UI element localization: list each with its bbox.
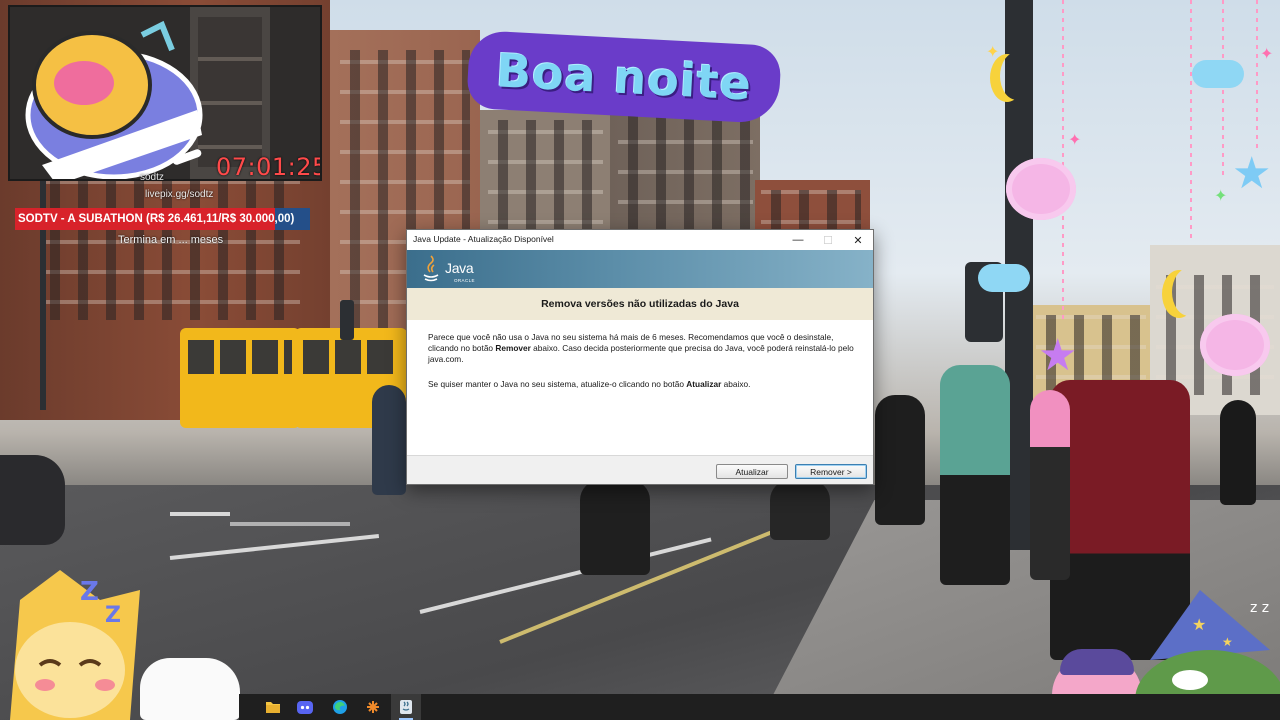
- oracle-logo-text: ORACLE: [454, 278, 475, 283]
- update-button[interactable]: Atualizar: [716, 464, 788, 479]
- greeting-text: Boa noite: [466, 29, 782, 125]
- blue-star-icon: ★: [1232, 149, 1272, 198]
- maximize-button: ☐: [823, 234, 833, 247]
- java-header-banner: Java ORACLE: [407, 250, 873, 288]
- pedestrian: [372, 385, 406, 495]
- cloud-icon: [1192, 60, 1244, 88]
- svg-text:z z: z z: [1250, 600, 1269, 616]
- sparkle-icon: ✦: [1068, 132, 1082, 149]
- webcam-overlay: 07:01:25: [8, 5, 322, 181]
- pedestrian: [580, 480, 650, 575]
- pedestrian: [1030, 390, 1070, 580]
- sleeping-dog-sticker: [25, 20, 203, 179]
- moon-icon: [1172, 268, 1206, 316]
- sparkle-icon: ✦: [986, 44, 1000, 61]
- pink-flower-icon: [1200, 314, 1270, 376]
- svg-text:★: ★: [1192, 617, 1206, 634]
- minimize-button[interactable]: —: [783, 230, 813, 250]
- pedestrian: [770, 480, 830, 540]
- pink-flower-icon: [1006, 158, 1076, 220]
- explorer-icon[interactable]: [258, 694, 288, 720]
- java-logo-text: Java: [445, 260, 474, 276]
- subathon-ends-text: Termina em ... meses: [118, 234, 224, 246]
- svg-text:Z: Z: [105, 603, 121, 628]
- java-logo: Java ORACLE: [421, 253, 491, 287]
- dialog-title: Java Update - Atualização Disponível: [413, 234, 554, 244]
- dialog-heading: Remova versões não utilizadas do Java: [407, 288, 873, 320]
- sleepy-cat-sticker: Z Z: [10, 570, 140, 720]
- edge-icon[interactable]: [325, 694, 355, 720]
- taskbar: [239, 694, 1280, 720]
- tram: [180, 328, 300, 428]
- dialog-content: Parece que você não usa o Java no seu si…: [407, 320, 873, 456]
- cloud-icon: [978, 264, 1030, 292]
- purple-star-icon: ★: [1038, 331, 1078, 380]
- subathon-label: SODTV - A SUBATHON (R$ 26.461,11/R$ 30.0…: [18, 213, 295, 225]
- dialog-titlebar[interactable]: Java Update - Atualização Disponível — ☐…: [407, 230, 873, 250]
- moon-icon: [1000, 52, 1034, 100]
- java-update-icon[interactable]: [391, 694, 421, 720]
- dialog-paragraph-1: Parece que você não usa o Java no seu si…: [428, 332, 854, 364]
- dialog-paragraph-2: Se quiser manter o Java no seu sistema, …: [428, 379, 751, 389]
- close-button[interactable]: ✕: [843, 230, 873, 250]
- svg-text:★: ★: [1222, 635, 1233, 649]
- java-cup-icon: [423, 255, 439, 282]
- app-icon[interactable]: [358, 694, 388, 720]
- social-handle: sodtz: [140, 172, 164, 183]
- discord-icon[interactable]: [290, 694, 320, 720]
- stream-timer: 07:01:25: [216, 153, 322, 181]
- pedestrian: [1220, 400, 1256, 505]
- sparkle-icon: ✦: [1260, 46, 1274, 63]
- remove-button[interactable]: Remover >: [795, 464, 867, 479]
- svg-text:Z: Z: [80, 577, 99, 607]
- donation-link: livepix.gg/sodtz: [145, 189, 214, 200]
- ghost-sticker: [140, 658, 240, 720]
- car: [0, 455, 65, 545]
- greeting-sticker: Boa noite: [466, 29, 782, 125]
- java-update-dialog: Java Update - Atualização Disponível — ☐…: [406, 229, 874, 485]
- pedestrian: [940, 365, 1010, 585]
- sparkle-icon: ✦: [1214, 188, 1228, 205]
- pedestrian: [875, 395, 925, 525]
